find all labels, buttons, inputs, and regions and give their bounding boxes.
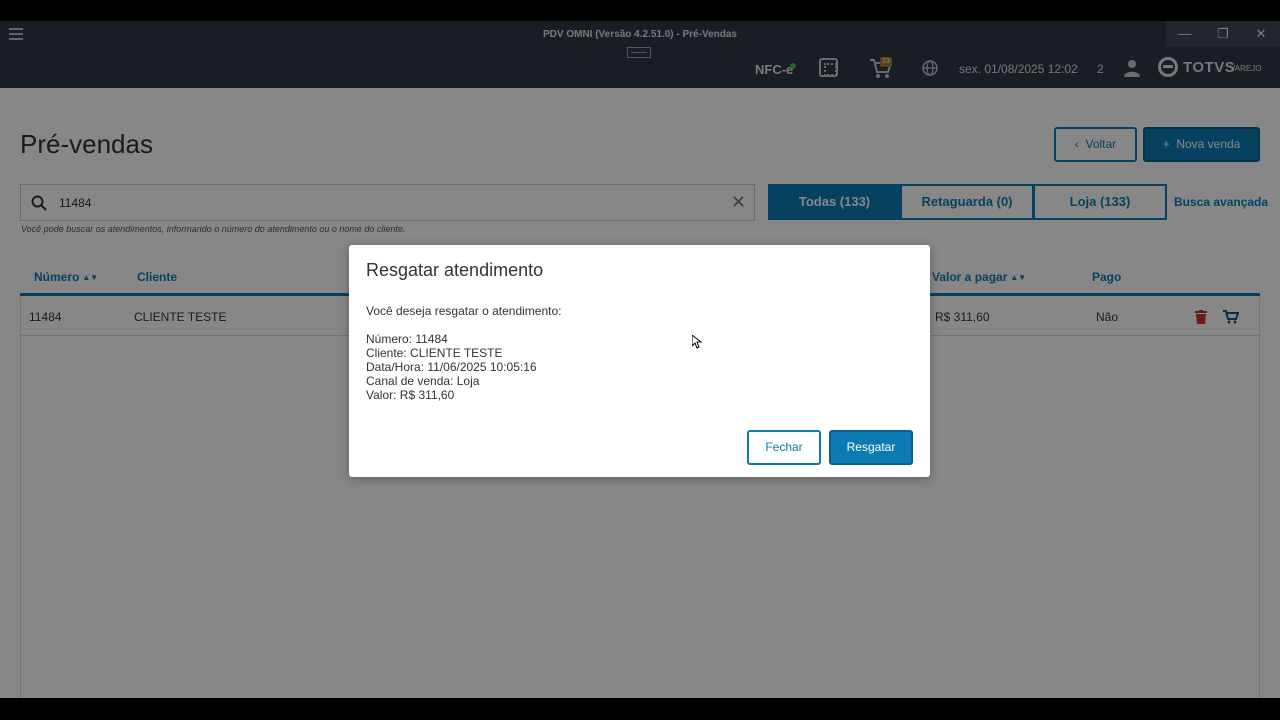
detail-canal: Canal de venda: Loja bbox=[366, 374, 480, 388]
detail-cliente: Cliente: CLIENTE TESTE bbox=[366, 346, 503, 360]
dialog-question: Você deseja resgatar o atendimento: bbox=[366, 304, 562, 318]
resgatar-dialog: Resgatar atendimento Você deseja resgata… bbox=[349, 245, 930, 477]
bottom-letterbox bbox=[0, 698, 1280, 720]
close-dialog-button[interactable]: Fechar bbox=[747, 430, 821, 465]
detail-numero: Número: 11484 bbox=[366, 332, 448, 346]
top-letterbox bbox=[0, 0, 1280, 21]
detail-valor: Valor: R$ 311,60 bbox=[366, 388, 455, 402]
screen: PDV OMNI (Versão 4.2.51.0) - Pré-Vendas … bbox=[0, 0, 1280, 720]
app-window: PDV OMNI (Versão 4.2.51.0) - Pré-Vendas … bbox=[0, 21, 1280, 698]
detail-data-hora: Data/Hora: 11/06/2025 10:05:16 bbox=[366, 360, 537, 374]
dialog-details: Número: 11484 Cliente: CLIENTE TESTE Dat… bbox=[366, 332, 537, 402]
mouse-cursor-icon bbox=[692, 335, 702, 349]
dialog-title: Resgatar atendimento bbox=[366, 260, 544, 280]
resgatar-button[interactable]: Resgatar bbox=[829, 430, 913, 465]
